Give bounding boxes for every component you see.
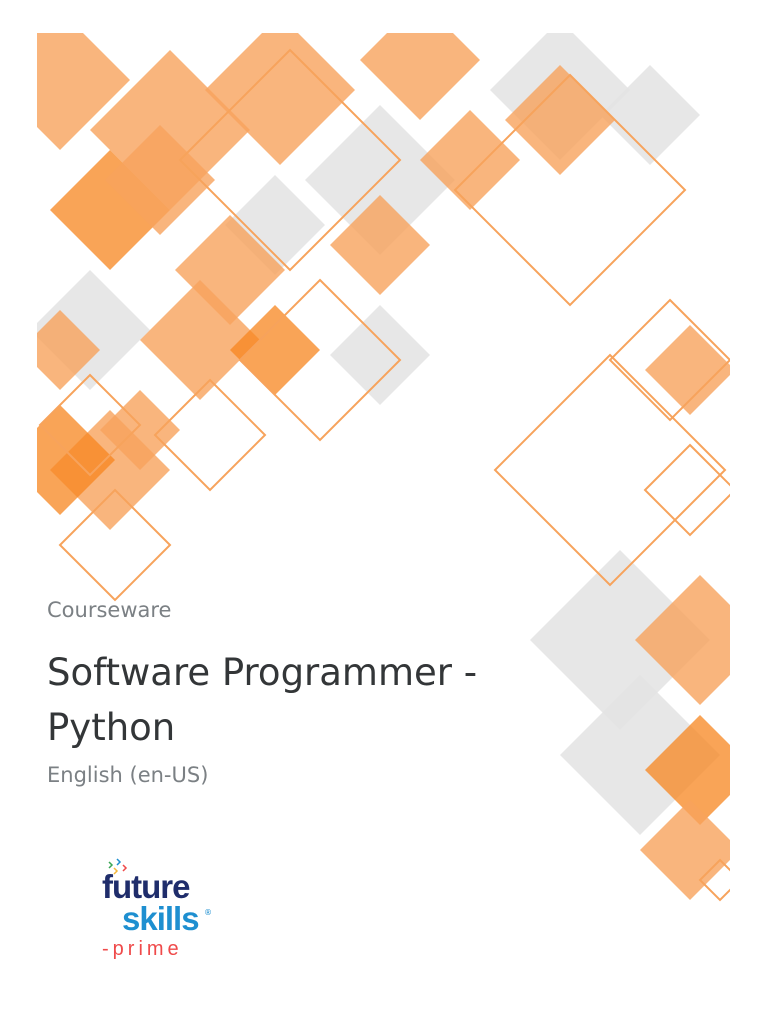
decorative-diamond	[230, 305, 320, 395]
logo-word-prime: -prime	[102, 938, 183, 960]
decorative-diamond	[645, 325, 730, 415]
decorative-diamond	[360, 33, 480, 120]
logo-registered-mark: ®	[204, 908, 212, 917]
document-title: Software Programmer - Python	[47, 651, 478, 749]
future-skills-prime-logo: future skills ® -prime	[100, 858, 220, 968]
decorative-diamond	[643, 443, 730, 537]
decorative-diamond	[330, 305, 430, 405]
document-language: English (en-US)	[47, 763, 209, 787]
logo-word-skills: skills	[122, 900, 200, 937]
document-kicker: Courseware	[47, 598, 172, 622]
